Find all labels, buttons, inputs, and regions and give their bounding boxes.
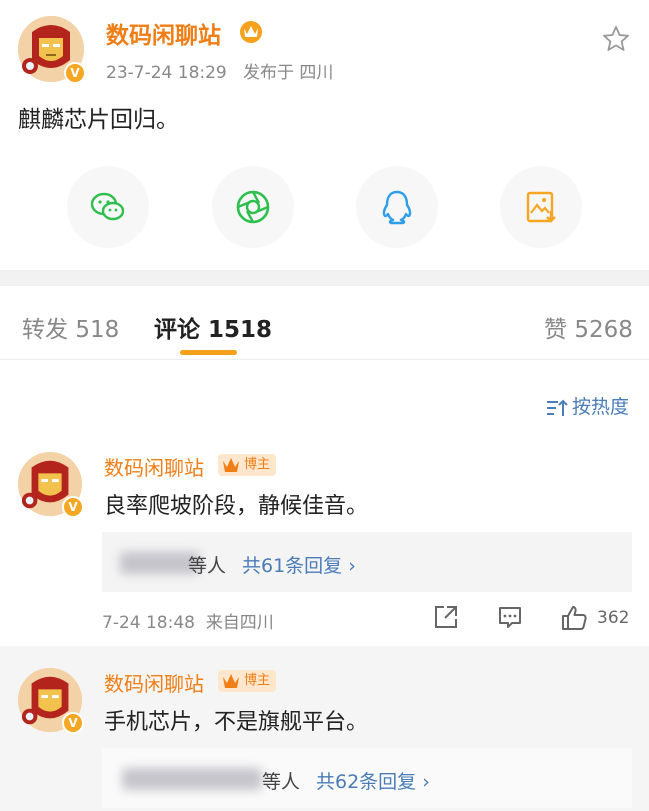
comment-author[interactable]: 数码闲聊站 <box>104 452 204 481</box>
comment-text: 良率爬坡阶段，静候佳音。 <box>104 494 369 519</box>
author-name[interactable]: 数码闲聊站 <box>106 16 221 50</box>
tab-indicator <box>180 350 237 355</box>
post-text: 麒麟芯片回归。 <box>18 107 179 133</box>
share-moments-button[interactable] <box>212 166 294 248</box>
comment-author[interactable]: 数码闲聊站 <box>104 668 204 697</box>
tab-comments[interactable]: 评论 1518 <box>154 310 272 344</box>
comment-text: 手机芯片，不是旗舰平台。 <box>104 710 369 735</box>
sort-by-hot-button[interactable]: 按热度 <box>546 392 629 419</box>
view-replies-link[interactable]: 共62条回复 › <box>316 767 430 794</box>
comment-location: 来自四川 <box>205 613 274 633</box>
reply-summary[interactable]: 等人 共62条回复 › <box>102 748 632 808</box>
sort-label: 按热度 <box>572 396 630 418</box>
crown-icon <box>223 674 239 688</box>
comment-avatar[interactable]: V <box>18 668 84 734</box>
reply-suffix: 等人 <box>262 771 301 793</box>
tab-likes[interactable]: 赞 5268 <box>544 310 633 344</box>
blogger-badge: 博主 <box>218 454 277 476</box>
post-time: 23-7-24 18:29 <box>106 63 227 83</box>
share-icon[interactable] <box>433 604 459 630</box>
post-card: V 数码闲聊站 23-7-24 18:29 发布于 四川 麒麟芯片回归。 <box>0 0 649 270</box>
post-meta: 23-7-24 18:29 发布于 四川 <box>106 58 333 83</box>
verified-badge-icon: V <box>62 712 84 734</box>
reply-suffix: 等人 <box>188 555 227 577</box>
qq-icon <box>382 190 412 225</box>
comment-icon[interactable] <box>497 604 523 630</box>
verified-badge-icon: V <box>62 496 84 518</box>
view-replies-link[interactable]: 共61条回复 › <box>242 551 356 578</box>
blurred-usernames <box>122 768 262 790</box>
like-count: 362 <box>597 608 630 628</box>
author-avatar[interactable]: V <box>18 16 86 84</box>
sort-icon <box>547 399 568 416</box>
save-image-icon <box>526 191 556 223</box>
blogger-badge: 博主 <box>218 670 277 692</box>
tab-bar: 转发 518 评论 1518 赞 5268 <box>0 286 649 360</box>
crown-badge-icon <box>240 21 262 43</box>
moments-icon <box>236 190 270 224</box>
star-icon[interactable] <box>601 24 631 54</box>
post-location: 发布于 四川 <box>242 63 334 83</box>
crown-icon <box>223 458 239 472</box>
section-divider <box>0 270 649 286</box>
comment-avatar[interactable]: V <box>18 452 84 518</box>
reply-summary[interactable]: 等人 共61条回复 › <box>102 532 632 592</box>
like-icon[interactable] <box>560 604 588 632</box>
share-qq-button[interactable] <box>356 166 438 248</box>
wechat-icon <box>90 192 125 221</box>
share-wechat-button[interactable] <box>67 166 149 248</box>
comment-meta: 7-24 18:48 来自四川 <box>102 608 274 633</box>
comment-time: 7-24 18:48 <box>102 613 195 633</box>
verified-badge-icon: V <box>64 62 86 84</box>
tab-repost[interactable]: 转发 518 <box>22 310 119 344</box>
save-image-button[interactable] <box>500 166 582 248</box>
